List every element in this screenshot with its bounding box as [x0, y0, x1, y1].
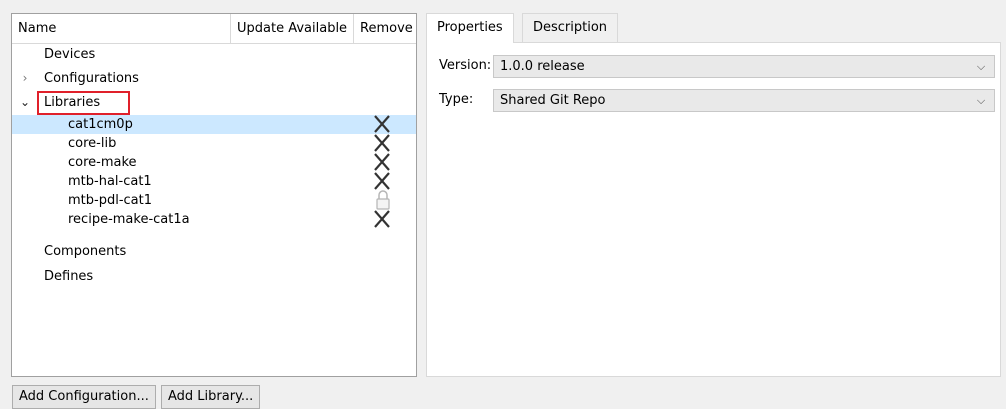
tree-node-defines[interactable]: Defines [12, 267, 416, 286]
tree-item-library[interactable]: cat1cm0p [12, 115, 416, 134]
column-header-remove[interactable]: Remove [354, 14, 418, 44]
tree-item-library[interactable]: core-make [12, 153, 416, 172]
chevron-down-icon[interactable]: ⌄ [18, 93, 32, 112]
tree-node-label: Defines [44, 269, 94, 284]
library-label: core-make [68, 155, 137, 170]
library-label: recipe-make-cat1a [68, 212, 190, 227]
tab-properties[interactable]: Properties [426, 13, 514, 43]
library-label: cat1cm0p [68, 117, 133, 132]
chevron-down-icon: ⌵ [976, 94, 986, 107]
library-label: core-lib [68, 136, 117, 151]
tab-description[interactable]: Description [522, 13, 619, 42]
tree-node-label: Libraries [44, 95, 101, 110]
column-header-name[interactable]: Name [12, 14, 231, 44]
properties-panel: Properties Description Version: 1.0.0 re… [426, 13, 1001, 377]
add-configuration-button[interactable]: Add Configuration... [12, 385, 156, 409]
tree-node-devices[interactable]: Devices [12, 45, 416, 64]
tree-item-library[interactable]: mtb-pdl-cat1 [12, 190, 416, 210]
tree-node-configurations[interactable]: › Configurations [12, 69, 416, 88]
remove-icon[interactable] [372, 207, 392, 231]
type-label: Type: [439, 92, 474, 107]
tree-item-library[interactable]: recipe-make-cat1a [12, 210, 416, 229]
tree-item-library[interactable]: mtb-hal-cat1 [12, 172, 416, 191]
tree-node-label: Devices [44, 47, 96, 62]
tree-node-components[interactable]: Components [12, 242, 416, 261]
type-select[interactable]: Shared Git Repo ⌵ [493, 89, 995, 112]
tree-node-label: Configurations [44, 71, 139, 86]
version-select[interactable]: 1.0.0 release ⌵ [493, 55, 995, 78]
properties-tab-body: Version: 1.0.0 release ⌵ Type: Shared Gi… [426, 42, 1001, 377]
tree-header: Name Update Available Remove [12, 14, 416, 44]
version-select-value: 1.0.0 release [500, 59, 585, 74]
tree-node-label: Components [44, 244, 127, 259]
type-select-value: Shared Git Repo [500, 93, 606, 108]
version-label: Version: [439, 58, 492, 73]
column-header-update-available[interactable]: Update Available [231, 14, 354, 44]
tree-item-library[interactable]: core-lib [12, 134, 416, 153]
library-label: mtb-hal-cat1 [68, 174, 152, 189]
chevron-down-icon: ⌵ [976, 60, 986, 73]
add-library-button[interactable]: Add Library... [161, 385, 261, 409]
library-label: mtb-pdl-cat1 [68, 193, 152, 208]
library-tree-panel: Name Update Available Remove Devices › C… [11, 13, 417, 377]
tree-node-libraries[interactable]: ⌄ Libraries [12, 91, 416, 115]
chevron-right-icon[interactable]: › [18, 69, 32, 88]
